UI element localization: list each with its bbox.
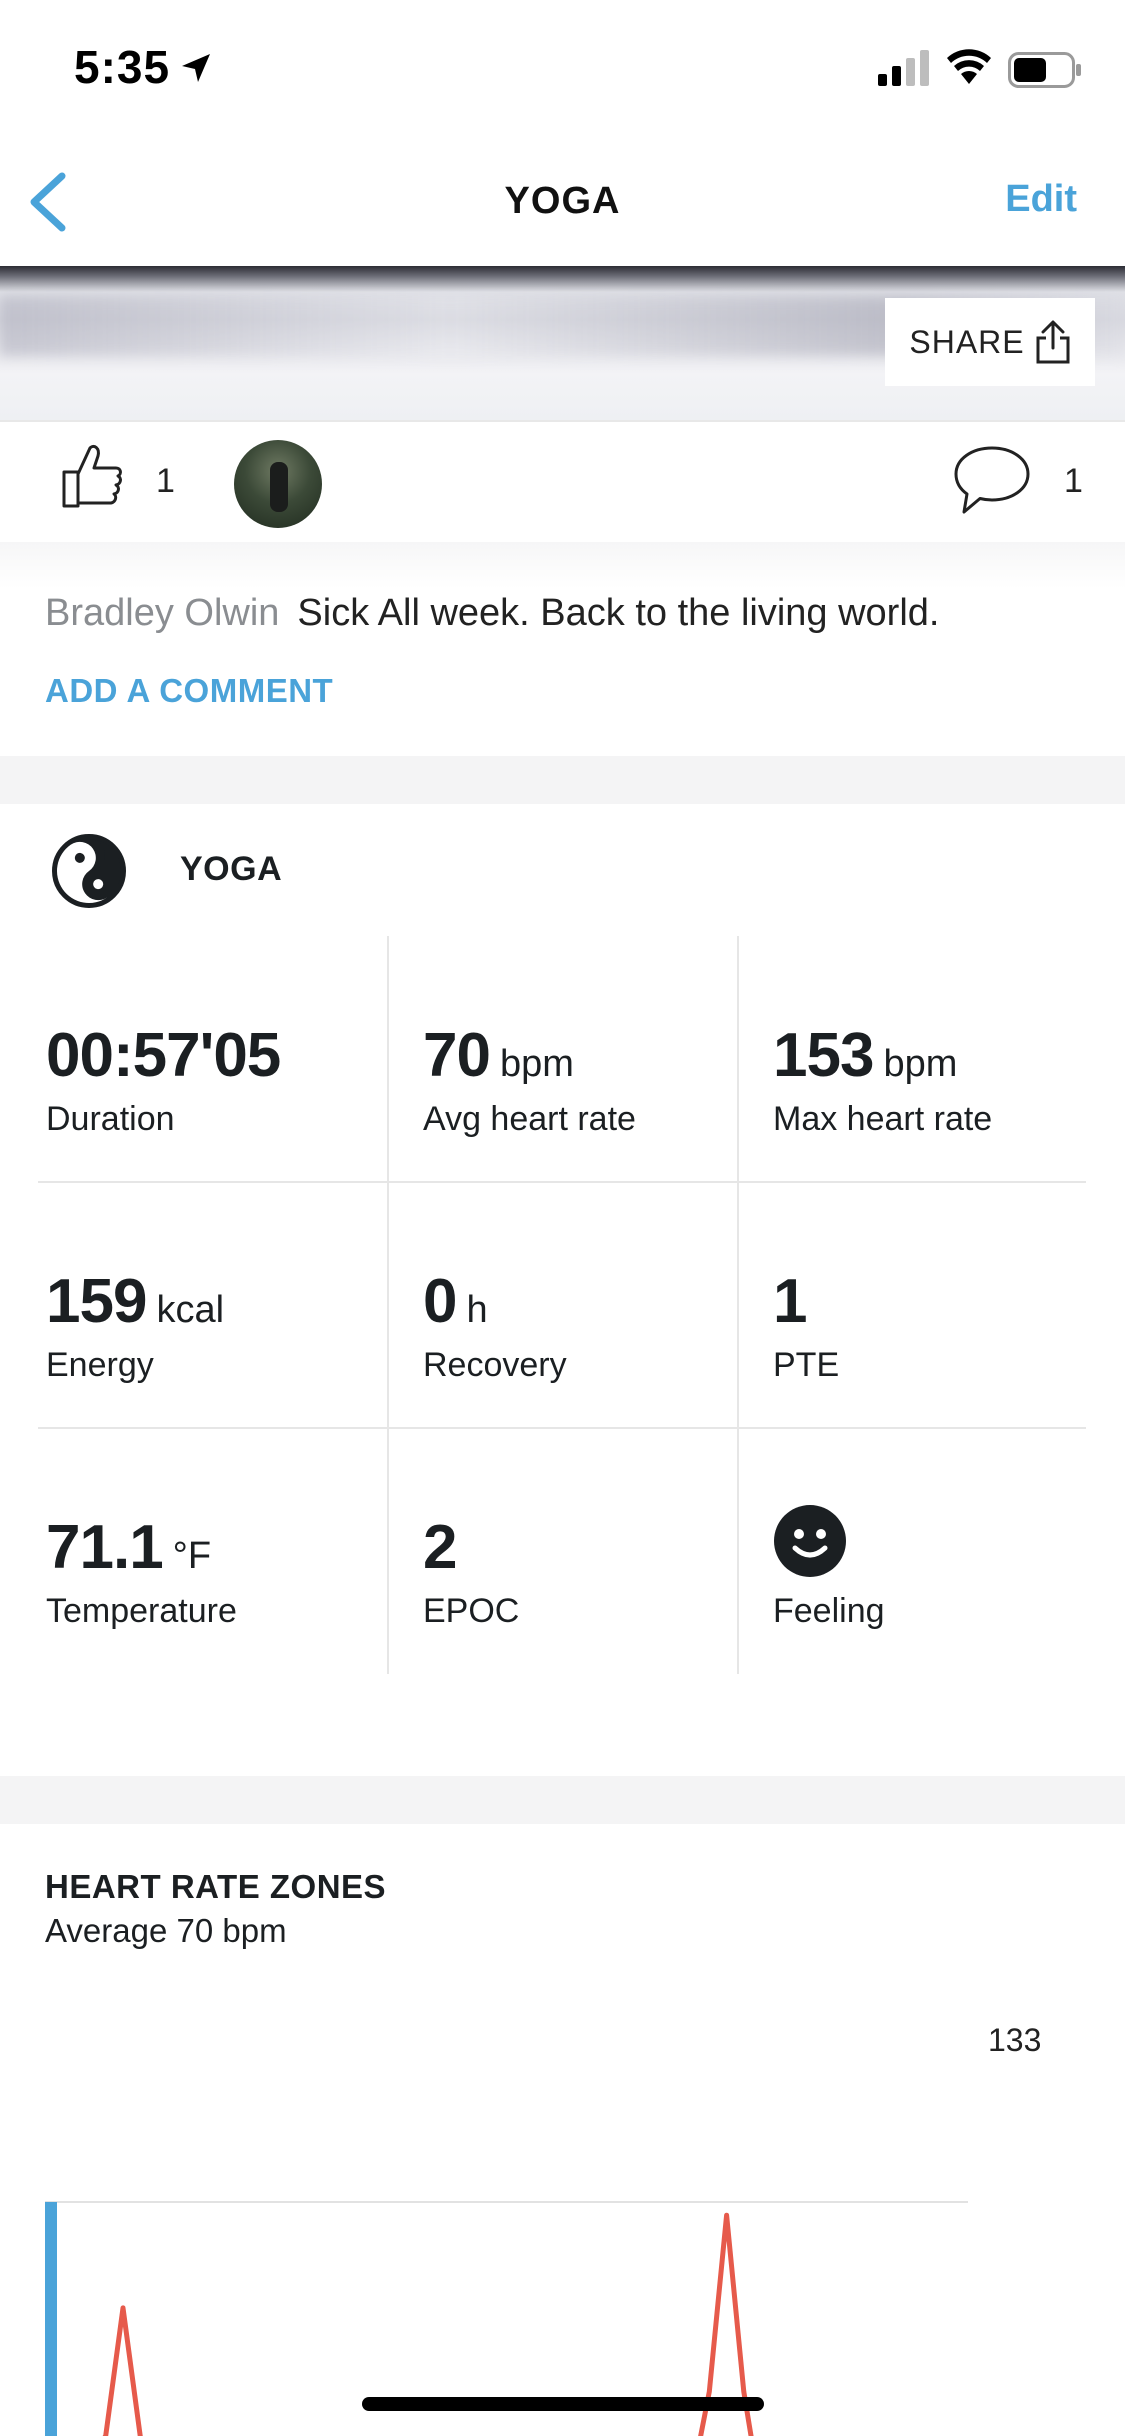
heart-rate-chart bbox=[45, 2201, 968, 2436]
smiley-face-icon bbox=[774, 1505, 846, 1577]
stat-value: 159 bbox=[46, 1267, 147, 1336]
section-divider bbox=[0, 756, 1125, 804]
thumbs-up-icon[interactable] bbox=[60, 442, 124, 510]
stat-label: Recovery bbox=[423, 1346, 567, 1384]
stats-grid: 00:57'05 Duration 70 bpm Avg heart rate 1… bbox=[38, 936, 1086, 1676]
stat-label: Feeling bbox=[773, 1592, 885, 1630]
share-icon bbox=[1036, 320, 1070, 364]
activity-name: YOGA bbox=[180, 850, 283, 888]
stat-duration: 00:57'05 Duration bbox=[38, 936, 387, 1182]
stat-epoc: 2 EPOC bbox=[387, 1428, 736, 1674]
stat-label: EPOC bbox=[423, 1592, 520, 1630]
stat-label: Temperature bbox=[46, 1592, 237, 1630]
stat-label: PTE bbox=[773, 1346, 840, 1384]
add-comment-button[interactable]: ADD A COMMENT bbox=[45, 672, 333, 710]
heart-rate-zones-section: HEART RATE ZONES Average 70 bpm 133 bbox=[0, 1824, 1125, 2436]
stat-value: 0 bbox=[423, 1267, 457, 1336]
stat-unit: kcal bbox=[156, 1289, 225, 1331]
stat-value: 1 bbox=[773, 1267, 807, 1336]
stat-label: Energy bbox=[46, 1346, 154, 1384]
comment-bubble-icon[interactable] bbox=[952, 444, 1032, 516]
stat-unit: bpm bbox=[883, 1043, 958, 1085]
signal-bars-icon bbox=[878, 50, 929, 86]
status-bar: 5:35 bbox=[0, 0, 1125, 140]
stat-label: Duration bbox=[46, 1100, 175, 1138]
comment-text: Sick All week. Back to the living world. bbox=[297, 592, 940, 634]
hr-zones-title: HEART RATE ZONES bbox=[45, 1868, 387, 1905]
home-indicator bbox=[362, 2397, 764, 2411]
back-button[interactable] bbox=[18, 162, 88, 242]
comment-count: 1 bbox=[1064, 462, 1083, 500]
stat-energy: 159 kcal Energy bbox=[38, 1182, 387, 1428]
stat-max-heart-rate: 153 bpm Max heart rate bbox=[737, 936, 1086, 1182]
stat-unit: h bbox=[466, 1289, 488, 1331]
comment: Bradley Olwin Sick All week. Back to the … bbox=[45, 592, 939, 635]
stat-value: 70 bbox=[423, 1021, 491, 1090]
wifi-icon bbox=[947, 49, 991, 84]
stat-value: 2 bbox=[423, 1513, 457, 1582]
stat-feeling: Feeling bbox=[737, 1428, 1086, 1674]
comment-section: Bradley Olwin Sick All week. Back to the … bbox=[0, 542, 1125, 756]
battery-icon bbox=[1008, 52, 1081, 88]
status-time: 5:35 bbox=[74, 41, 171, 93]
social-row: 1 1 bbox=[0, 420, 1125, 542]
section-divider bbox=[0, 1776, 1125, 1824]
share-label: SHARE bbox=[909, 323, 1025, 360]
nav-bar: YOGA Edit bbox=[0, 140, 1125, 266]
stat-value: 00:57'05 bbox=[46, 1021, 281, 1090]
yin-yang-icon bbox=[52, 834, 126, 908]
like-count: 1 bbox=[156, 462, 175, 500]
stat-label: Avg heart rate bbox=[423, 1100, 636, 1138]
share-button[interactable]: SHARE bbox=[885, 298, 1095, 386]
hr-zone-bar bbox=[45, 2202, 57, 2436]
stat-label: Max heart rate bbox=[773, 1100, 993, 1138]
hr-zones-subtitle: Average 70 bpm bbox=[45, 1912, 287, 1949]
stat-avg-heart-rate: 70 bpm Avg heart rate bbox=[387, 936, 736, 1182]
stat-recovery: 0h Recovery bbox=[387, 1182, 736, 1428]
hr-y-tick-label: 133 bbox=[988, 2022, 1042, 2058]
stat-pte: 1 PTE bbox=[737, 1182, 1086, 1428]
stat-temperature: 71.1 °F Temperature bbox=[38, 1428, 387, 1674]
stat-value: 153 bbox=[773, 1021, 874, 1090]
stat-value: 71.1 bbox=[46, 1513, 164, 1582]
location-arrow-icon bbox=[182, 54, 210, 82]
activity-header: YOGA bbox=[0, 804, 1125, 934]
comment-author[interactable]: Bradley Olwin bbox=[45, 592, 279, 634]
cover-photo-edge bbox=[0, 266, 1125, 292]
edit-button[interactable]: Edit bbox=[1005, 178, 1077, 221]
stat-unit: °F bbox=[172, 1535, 212, 1577]
avatar[interactable] bbox=[234, 440, 322, 528]
page-title: YOGA bbox=[504, 180, 621, 222]
stat-unit: bpm bbox=[499, 1043, 574, 1085]
chevron-left-icon bbox=[30, 172, 66, 232]
workout-cover-photo: SHARE bbox=[0, 266, 1125, 420]
